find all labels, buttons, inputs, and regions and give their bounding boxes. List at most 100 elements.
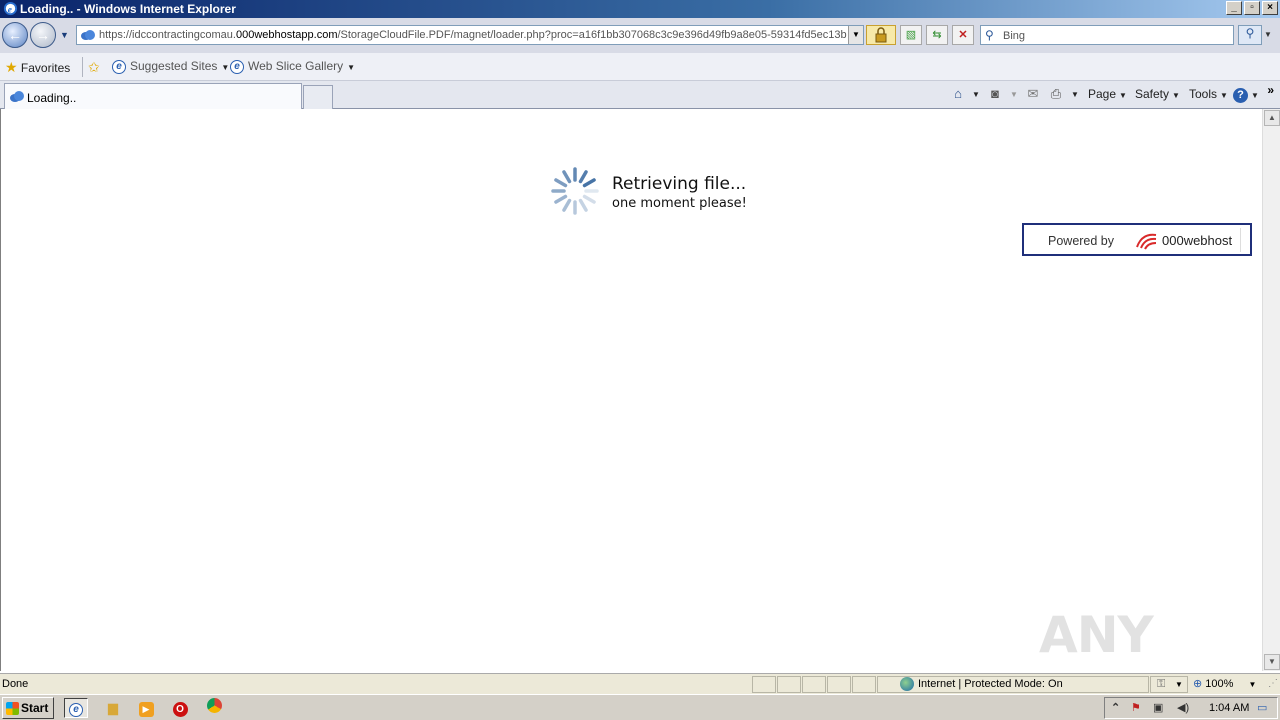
folder-icon: ▆ xyxy=(108,700,118,715)
forward-button[interactable]: → xyxy=(30,22,56,48)
tools-menu[interactable]: Tools ▼ xyxy=(1189,87,1228,101)
taskbar-explorer-button[interactable]: ▆ xyxy=(101,698,125,718)
resize-grip-icon[interactable]: ⋰ xyxy=(1268,678,1278,689)
home-icon[interactable]: ⌂ xyxy=(950,86,966,102)
feeds-dropdown-icon[interactable]: ▼ xyxy=(1010,90,1018,99)
000webhost-logo-icon xyxy=(1136,233,1157,250)
tab-label: Loading.. xyxy=(27,91,77,105)
spinner-spoke xyxy=(578,170,588,184)
restore-button[interactable]: ▫ xyxy=(1244,1,1260,15)
spinner-spoke xyxy=(582,178,596,188)
opera-icon: O xyxy=(172,702,188,717)
zoom-control[interactable]: ⊕ 100% ▼ xyxy=(1193,677,1256,690)
start-button[interactable]: Start xyxy=(2,697,54,719)
stop-button[interactable]: ✕ xyxy=(952,25,974,45)
scroll-up-button[interactable]: ▲ xyxy=(1264,110,1280,126)
navigation-bar: ← → ▼ https://idccontractingcomau.000web… xyxy=(0,18,1280,53)
forward-arrow-icon: → xyxy=(36,27,50,43)
favorites-bar: ★ Favorites ✩ e Suggested Sites ▼ e Web Sli… xyxy=(0,53,1280,81)
taskbar-opera-button[interactable]: O xyxy=(168,698,192,718)
print-icon[interactable]: ⎙ xyxy=(1048,86,1064,102)
recent-pages-dropdown-icon[interactable]: ▼ xyxy=(60,30,69,40)
system-tray: ⌃ ⚑ ▣ ◀) 1:04 AM ▭ xyxy=(1104,697,1278,719)
compatibility-icon: ▧ xyxy=(905,29,917,41)
taskbar-chrome-button[interactable] xyxy=(202,698,226,718)
feeds-icon[interactable]: ◙ xyxy=(987,86,1003,102)
favorites-button[interactable]: ★ Favorites xyxy=(5,59,70,76)
page-content: Retrieving file... one moment please! Po… xyxy=(0,109,1262,720)
volume-icon[interactable]: ◀) xyxy=(1177,701,1189,714)
favorites-star-icon: ★ xyxy=(5,59,18,75)
status-text: Done xyxy=(2,678,29,690)
window-title: Loading.. - Windows Internet Explorer xyxy=(20,2,236,16)
chevron-down-icon: ▼ xyxy=(347,63,356,72)
tab-command-bar: Loading.. ⌂ ▼ ◙ ▼ ✉ ⎙ ▼ Page ▼ Safety ▼ To… xyxy=(0,81,1280,109)
tools-menu-label: Tools xyxy=(1189,87,1218,101)
address-url[interactable]: https://idccontractingcomau.000webhostap… xyxy=(99,29,847,41)
spinner-spoke xyxy=(582,194,596,204)
taskbar-ie-button[interactable]: e xyxy=(64,698,88,718)
network-icon[interactable]: ▣ xyxy=(1153,701,1163,714)
show-hidden-icons-icon[interactable]: ⌃ xyxy=(1111,701,1120,714)
cloud-page-icon xyxy=(81,30,95,40)
minimize-button[interactable]: _ xyxy=(1226,1,1242,15)
tab-loading[interactable]: Loading.. xyxy=(4,83,302,109)
back-button[interactable]: ← xyxy=(2,22,28,48)
web-slice-gallery-label: Web Slice Gallery xyxy=(248,59,344,73)
safety-menu[interactable]: Safety ▼ xyxy=(1135,87,1180,101)
lock-status-icon: ⚿ xyxy=(1157,678,1166,690)
status-bar: Done Internet | Protected Mode: On ⚿ ▼ ⊕… xyxy=(0,673,1280,694)
search-provider-icon: ⚲ xyxy=(985,28,994,42)
search-box[interactable]: ⚲ Bing xyxy=(980,25,1234,45)
favorites-label: Favorites xyxy=(20,61,71,75)
address-bar[interactable]: https://idccontractingcomau.000webhostap… xyxy=(76,25,864,45)
taskbar-media-player-button[interactable]: ▶ xyxy=(134,698,158,718)
powered-by-badge[interactable]: Powered by 000webhost xyxy=(1022,223,1252,256)
taskbar: Start e ▆ ▶ O ⌃ ⚑ ▣ ◀) 1:04 AM ▭ xyxy=(0,694,1280,720)
scroll-down-button[interactable]: ▼ xyxy=(1264,654,1280,670)
url-prefix: https://idccontractingcomau. xyxy=(99,29,236,41)
protected-mode-segment[interactable]: ⚿ ▼ xyxy=(1150,676,1188,693)
zoom-icon: ⊕ xyxy=(1193,678,1203,690)
web-slice-gallery-link[interactable]: e Web Slice Gallery ▼ xyxy=(230,59,355,74)
home-dropdown-icon[interactable]: ▼ xyxy=(972,90,980,99)
refresh-button[interactable]: ⇆ xyxy=(926,25,948,45)
new-tab-button[interactable] xyxy=(303,85,333,109)
compatibility-view-button[interactable]: ▧ xyxy=(900,25,922,45)
clock[interactable]: 1:04 AM xyxy=(1209,702,1249,714)
powered-by-inner: Powered by 000webhost xyxy=(1036,228,1241,252)
status-segment xyxy=(827,676,851,693)
more-commands-icon[interactable]: » xyxy=(1267,83,1274,97)
add-favorite-icon: ✩ xyxy=(88,59,100,75)
suggested-sites-link[interactable]: e Suggested Sites ▼ xyxy=(112,59,229,74)
chevron-down-icon: ▼ xyxy=(1175,680,1183,689)
search-placeholder: Bing xyxy=(1003,30,1026,42)
brand-name: 000webhost xyxy=(1162,233,1233,248)
cloud-tab-icon xyxy=(10,91,24,102)
spinner-spoke xyxy=(562,170,572,184)
page-menu[interactable]: Page ▼ xyxy=(1088,87,1127,101)
address-dropdown-button[interactable]: ▼ xyxy=(848,26,863,44)
security-zone[interactable]: Internet | Protected Mode: On xyxy=(900,677,1063,691)
spinner-spoke xyxy=(578,198,588,212)
search-button[interactable]: ⚲ xyxy=(1238,25,1262,45)
suggested-sites-label: Suggested Sites xyxy=(130,59,218,73)
ie-page-icon: e xyxy=(230,59,244,74)
status-segment xyxy=(752,676,776,693)
security-lock-button[interactable] xyxy=(866,25,896,45)
action-center-icon[interactable]: ⚑ xyxy=(1131,701,1141,714)
print-dropdown-icon[interactable]: ▼ xyxy=(1071,90,1079,99)
ie-logo-icon: e xyxy=(3,1,18,15)
powered-by-label: Powered by xyxy=(1048,234,1115,248)
help-icon: ? xyxy=(1233,88,1248,103)
add-to-favorites-bar-button[interactable]: ✩ xyxy=(88,59,100,76)
show-desktop-icon[interactable]: ▭ xyxy=(1257,701,1267,714)
search-options-dropdown-icon[interactable]: ▼ xyxy=(1264,30,1272,39)
close-window-button[interactable]: × xyxy=(1262,1,1278,15)
vertical-scrollbar[interactable]: ▲ ▼ xyxy=(1262,109,1280,671)
title-bar: e Loading.. - Windows Internet Explorer … xyxy=(0,0,1280,18)
help-menu[interactable]: ? ▼ xyxy=(1233,87,1259,103)
ie-page-icon: e xyxy=(112,59,126,74)
read-mail-icon[interactable]: ✉ xyxy=(1025,86,1041,102)
loading-subtitle: one moment please! xyxy=(612,196,747,211)
